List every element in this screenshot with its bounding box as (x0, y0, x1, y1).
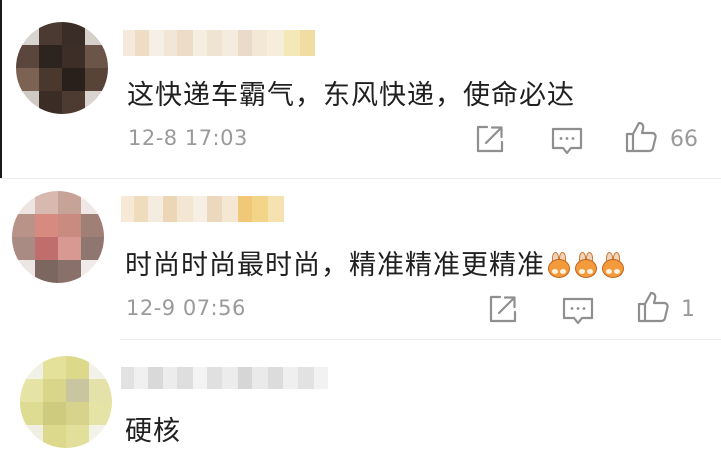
comment-text: 这快递车霸气，东风快递，使命必达 (127, 80, 575, 111)
share-icon[interactable] (486, 292, 520, 326)
comment-text: 硬核 (125, 416, 181, 447)
rabbit-clap-emoji (573, 252, 599, 278)
comment-item: 时尚时尚最时尚，精准精准更精准 12-9 07:56 1 (0, 179, 721, 339)
username-blurred[interactable] (121, 367, 328, 389)
comment-item: 这快递车霸气，东风快递，使命必达 12-8 17:03 66 (0, 0, 721, 179)
like-count: 66 (670, 127, 698, 152)
comment-text: 时尚时尚最时尚，精准精准更精准 (125, 243, 626, 282)
like-count: 1 (681, 297, 695, 322)
rabbit-clap-emoji (600, 252, 626, 278)
username-blurred[interactable] (121, 196, 284, 222)
share-icon[interactable] (473, 122, 507, 156)
avatar[interactable] (20, 356, 112, 448)
thumbs-up-icon[interactable] (636, 290, 670, 324)
thumbs-up-icon[interactable] (624, 120, 658, 154)
avatar[interactable] (12, 191, 104, 283)
comment-list: 这快递车霸气，东风快递，使命必达 12-8 17:03 66 时尚时尚最时尚，精… (0, 0, 721, 452)
comment-icon[interactable] (561, 294, 595, 328)
comment-time: 12-8 17:03 (128, 126, 248, 150)
avatar[interactable] (16, 22, 108, 114)
comment-item: 硬核 (0, 339, 721, 452)
comment-icon[interactable] (550, 124, 584, 158)
comment-text-content: 时尚时尚最时尚，精准精准更精准 (125, 250, 545, 281)
rabbit-clap-emoji (546, 252, 572, 278)
username-blurred[interactable] (123, 30, 315, 56)
comment-time: 12-9 07:56 (126, 296, 246, 320)
